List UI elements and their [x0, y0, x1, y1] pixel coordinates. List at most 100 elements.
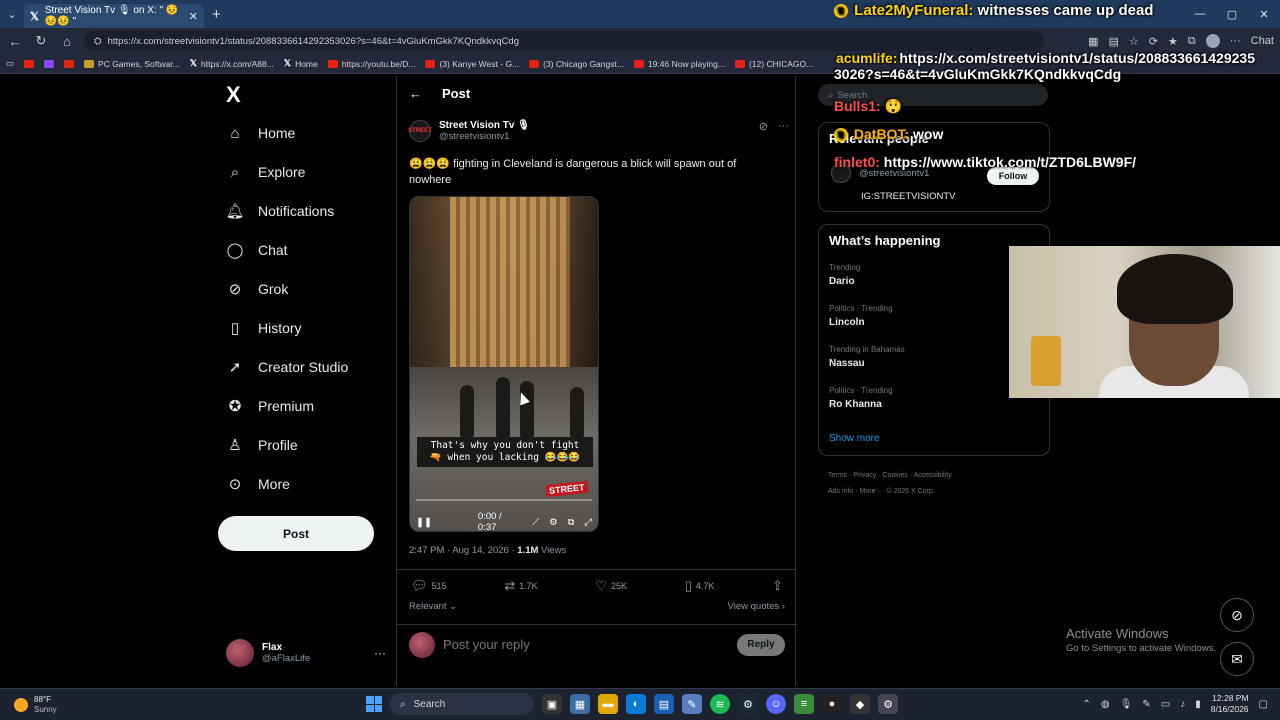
url-field[interactable]: ⛭ https://x.com/streetvisiontv1/status/2… — [84, 31, 1044, 51]
author-handle[interactable]: @streetvisiontv1 — [439, 131, 530, 142]
chevron-up-icon[interactable]: ⌃ — [1083, 699, 1091, 710]
favorite-star-icon[interactable]: ☆ — [1129, 35, 1139, 48]
notifications-icon[interactable]: ▢ — [1259, 699, 1268, 710]
author-avatar[interactable]: STREET — [408, 120, 432, 142]
microphone-icon[interactable]: 🎙︎ — [1120, 699, 1133, 710]
minimize-icon[interactable]: — — [1184, 0, 1216, 28]
more-options-icon[interactable]: ··· — [374, 646, 386, 660]
volume-icon[interactable]: ♪ — [1180, 699, 1185, 710]
back-icon[interactable]: ← — [6, 34, 24, 49]
footer-links[interactable]: Ads info · More ··· © 2026 X Corp. — [828, 484, 1038, 500]
post-button[interactable]: Post — [218, 516, 374, 551]
maximize-icon[interactable]: ▢ — [1216, 0, 1248, 28]
bookmark-action[interactable]: ▯ 4.7K — [685, 578, 715, 594]
reply-input[interactable]: Post your reply — [443, 637, 530, 652]
nav-item-notifications[interactable]: 🔔︎ Notifications — [225, 202, 334, 220]
nav-item-history[interactable]: ▯ History — [226, 319, 302, 337]
browser-tab-active[interactable]: 𝕏 Street Vision Tv 🎙 on X: " 😣😣😣 " ✕ — [24, 4, 204, 28]
bookmark-item[interactable]: (12) CHICAGO... — [734, 59, 813, 69]
system-clock[interactable]: 12:28 PM 8/16/2026 — [1211, 693, 1249, 715]
nav-item-chat[interactable]: ◯ Chat — [226, 241, 288, 259]
reader-icon[interactable]: ▤ — [1109, 35, 1119, 48]
video-player[interactable]: That's why you don't fight 🔫 when you la… — [409, 196, 599, 532]
grok-fab-icon[interactable]: ⊘ — [1220, 598, 1254, 632]
refresh-icon[interactable]: ↻ — [32, 33, 50, 49]
nav-item-grok[interactable]: ⊘ Grok — [226, 280, 289, 298]
copilot-chat-button[interactable]: Chat — [1251, 35, 1274, 47]
weather-widget[interactable]: 88°F Sunny — [14, 695, 57, 715]
trend-item[interactable]: Trending in Bahamas Nassau — [829, 345, 905, 369]
notepad-icon[interactable]: ≡ — [794, 694, 814, 714]
network-icon[interactable]: ▭ — [1161, 699, 1170, 710]
settings-icon[interactable]: ⚙ — [878, 694, 898, 714]
edge-browser-icon[interactable]: ◐ — [626, 694, 646, 714]
trend-item[interactable]: Politics · Trending Ro Khanna — [829, 386, 893, 410]
repost-action[interactable]: ⇄ 1.7K — [504, 578, 537, 594]
nav-item-profile[interactable]: ♙ Profile — [226, 436, 297, 454]
tab-close-icon[interactable]: ✕ — [189, 10, 198, 23]
spotify-icon[interactable]: ≋ — [710, 694, 730, 714]
fullscreen-icon[interactable]: ⤢ — [584, 517, 592, 528]
apps-icon[interactable]: ▦ — [1088, 35, 1098, 48]
bookmark-item[interactable]: PC Games, Softwar... — [84, 59, 180, 69]
back-arrow-icon[interactable]: ← — [409, 86, 422, 101]
app-icon[interactable]: ✎ — [682, 694, 702, 714]
pause-icon[interactable]: ❚❚ — [416, 517, 432, 528]
file-explorer-icon[interactable]: ▬ — [598, 694, 618, 714]
nav-item-creator-studio[interactable]: ➚ Creator Studio — [226, 358, 349, 376]
like-action[interactable]: ♡ 25K — [595, 578, 627, 594]
taskbar-search[interactable]: ⌕ Search — [390, 693, 534, 715]
nav-item-home[interactable]: ⌂ Home — [226, 124, 295, 142]
app-icon[interactable]: ◆ — [850, 694, 870, 714]
favorites-icon[interactable]: ★ — [1168, 35, 1178, 48]
bookmark-item[interactable] — [44, 59, 55, 68]
bookmark-item[interactable]: 𝕏 Home — [284, 58, 318, 69]
store-icon[interactable]: ▤ — [654, 694, 674, 714]
bookmark-item[interactable]: 19:46 Now playing... — [633, 59, 725, 69]
tray-app-icon[interactable]: ◍ — [1101, 699, 1110, 710]
reply-button[interactable]: Reply — [737, 633, 785, 656]
discord-icon[interactable]: ☺ — [766, 694, 786, 714]
bookmark-item[interactable]: https://youtu.be/D... — [327, 59, 415, 69]
bookmarks-menu-icon[interactable]: ▭ — [6, 58, 14, 69]
pip-icon[interactable]: ⧉ — [568, 517, 575, 528]
sort-dropdown[interactable]: Relevant ⌄ — [409, 601, 457, 612]
windows-start-icon[interactable] — [366, 696, 382, 712]
nav-item-more[interactable]: ⊙ More — [226, 475, 290, 493]
trend-item[interactable]: Trending Dario — [829, 263, 860, 287]
x-logo-icon[interactable]: X — [226, 82, 241, 108]
tab-list-chevron-icon[interactable]: ⌄ — [0, 0, 24, 28]
new-tab-button[interactable]: + — [212, 6, 221, 23]
collections-icon[interactable]: ⧉ — [1188, 35, 1196, 48]
task-view-icon[interactable]: ▣ — [542, 694, 562, 714]
extensions-icon[interactable]: ⟳ — [1149, 35, 1158, 48]
nav-item-premium[interactable]: ✪ Premium — [226, 397, 314, 415]
home-icon[interactable]: ⌂ — [58, 34, 76, 49]
bookmark-item[interactable]: (3) Chicago Gangst... — [529, 59, 624, 69]
bookmark-item[interactable] — [64, 59, 75, 68]
tweet-timestamp[interactable]: 2:47 PM · Aug 14, 2026 · — [409, 545, 515, 556]
battery-icon[interactable]: ▮ — [1195, 699, 1201, 710]
more-options-icon[interactable]: ··· — [778, 120, 789, 133]
bookmark-item[interactable] — [24, 59, 35, 68]
nav-item-explore[interactable]: ⌕ Explore — [226, 163, 306, 181]
show-more-link[interactable]: Show more — [829, 433, 880, 444]
reply-action[interactable]: 💬︎ 515 — [411, 578, 447, 594]
settings-icon[interactable]: ⚙ — [549, 517, 558, 528]
video-progress-bar[interactable] — [416, 499, 592, 501]
view-quotes-link[interactable]: View quotes › — [728, 601, 785, 612]
messages-fab-icon[interactable]: ✉ — [1220, 642, 1254, 676]
pen-icon[interactable]: ✎ — [1142, 699, 1150, 710]
account-switcher[interactable]: Flax @aFlaxLife ··· — [226, 639, 386, 667]
footer-links[interactable]: Terms · Privacy · Cookies · Accessibilit… — [828, 468, 1038, 484]
profile-avatar[interactable] — [1205, 34, 1220, 48]
widgets-icon[interactable]: ▦ — [570, 694, 590, 714]
bookmark-item[interactable]: (3) Kanye West - G... — [425, 59, 519, 69]
bookmark-item[interactable]: 𝕏https://x.com/A88... — [190, 58, 274, 69]
close-window-icon[interactable]: ✕ — [1248, 0, 1280, 28]
share-action[interactable]: ⇪ — [772, 578, 783, 594]
app-icon[interactable]: ● — [822, 694, 842, 714]
site-info-icon[interactable]: ⛭ — [94, 36, 102, 47]
steam-icon[interactable]: ⚙ — [738, 694, 758, 714]
more-menu-icon[interactable]: ··· — [1230, 35, 1241, 47]
